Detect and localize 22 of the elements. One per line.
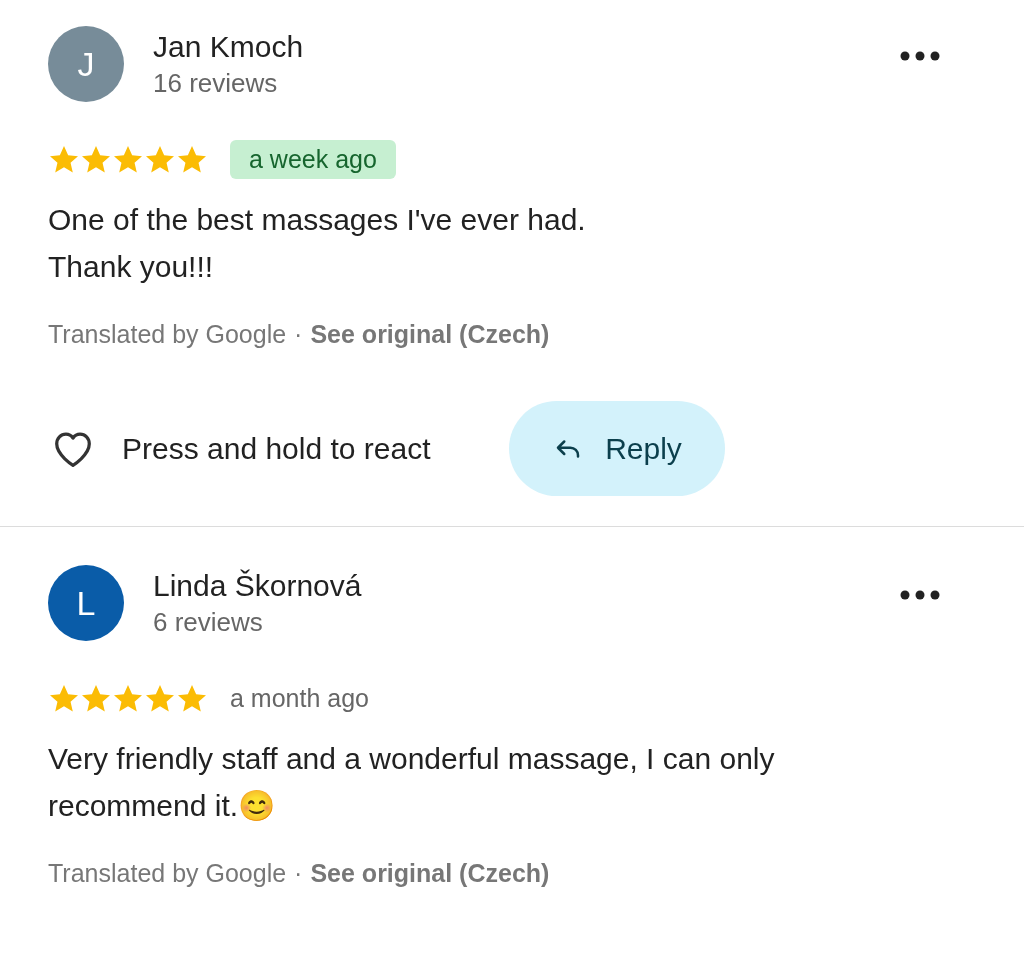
reviewer-name: Linda Škornová (153, 568, 363, 604)
see-original-link[interactable]: See original (Czech) (310, 320, 550, 349)
review-count: 6 reviews (153, 606, 264, 639)
translation-note: Translated by Google (48, 320, 287, 349)
reviewer-name: Jan Kmoch (153, 29, 305, 65)
react-hint: Press and hold to react (122, 431, 431, 466)
translation-note: Translated by Google (48, 859, 287, 888)
review-count: 16 reviews (153, 67, 279, 100)
review-date: a month ago (230, 683, 370, 714)
reply-button[interactable]: Reply (508, 401, 725, 496)
review-date: a week ago (230, 140, 396, 179)
see-original-link[interactable]: See original (Czech) (310, 859, 550, 888)
review-text: Very friendly staff and a wonderful massage, I can only (48, 741, 776, 777)
avatar: J (48, 26, 124, 102)
review-text: One of the best massages I've ever had. (48, 202, 587, 238)
review-text: recommend it.😊 (48, 788, 277, 824)
avatar: L (48, 565, 124, 641)
more-options-icon[interactable] (900, 590, 940, 600)
more-options-icon[interactable] (900, 51, 940, 61)
review-text: Thank you!!! (48, 249, 215, 285)
separator: · (294, 320, 303, 349)
separator: · (294, 859, 303, 888)
